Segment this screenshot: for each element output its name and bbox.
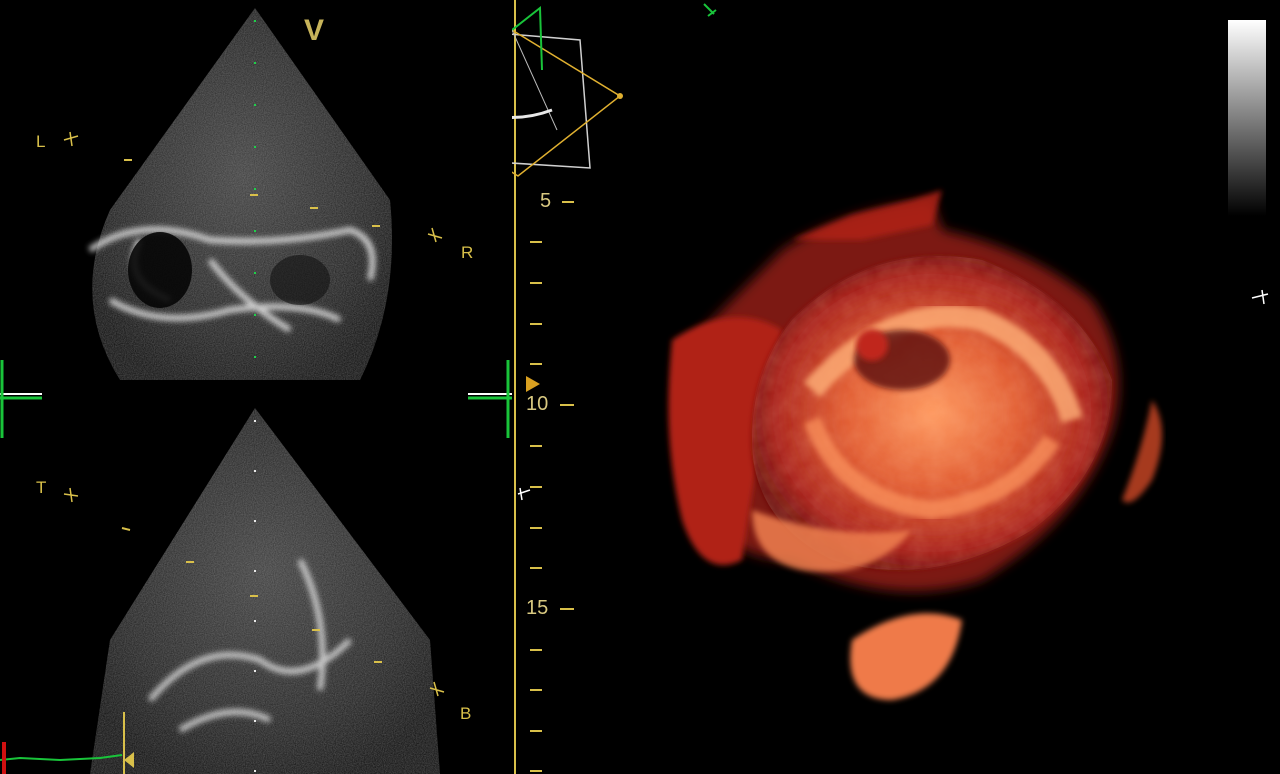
orientation-label-upper-left: L [36,132,46,151]
lower-2d-sector [90,408,440,774]
depth-mark-5: 5 [540,190,552,212]
3d-volume-pane: 5 10 15 [512,0,1280,774]
2d-views-pane: V L R T B [0,0,512,774]
orientation-label-lower-left: T [36,478,47,497]
orientation-glyph-icon [63,131,79,147]
orientation-glyph-icon [703,3,717,17]
grayscale-bar-icon [1228,20,1266,216]
3d-volume-graphic [512,0,1269,774]
orientation-cube [512,5,623,177]
depth-pointer-icon [526,376,540,392]
2d-views-graphic [0,8,512,774]
upper-2d-sector [88,8,392,380]
orientation-glyph-icon [1251,289,1269,305]
orientation-glyph-icon [63,487,79,503]
depth-mark-10: 10 [526,393,549,415]
view-label: V [304,14,325,47]
orientation-glyph-icon [517,487,531,501]
depth-ticks [530,201,574,772]
orientation-label-upper-right: R [461,243,474,262]
3d-volume-render [668,190,1162,700]
orientation-label-lower-right: B [460,704,472,723]
orientation-glyph-icon [427,227,443,243]
depth-mark-15: 15 [526,597,549,619]
